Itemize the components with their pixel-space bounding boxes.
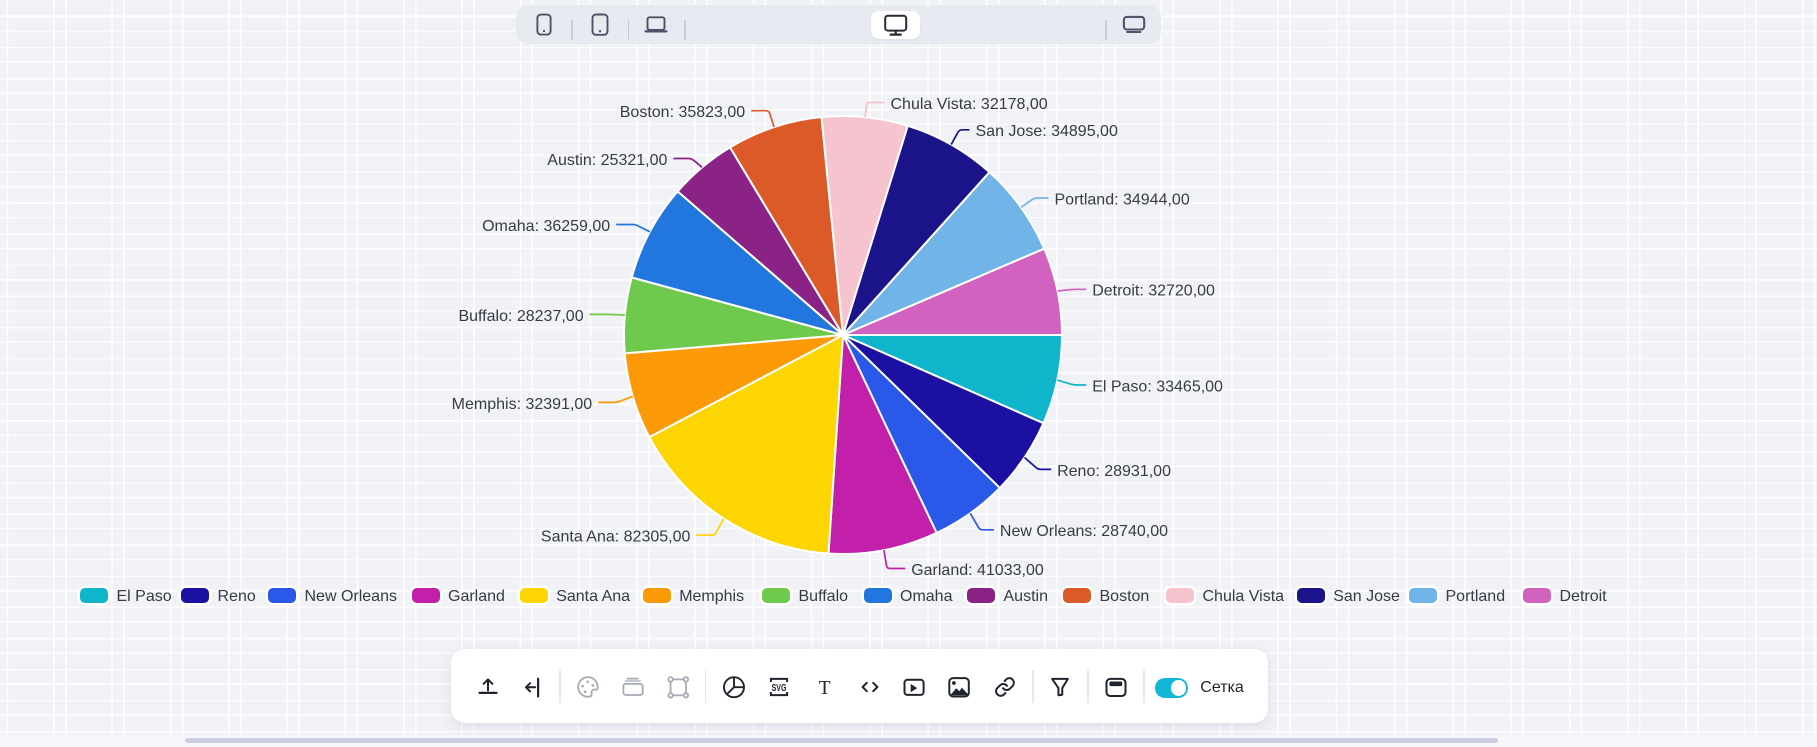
svg-text:Buffalo: 28237,00: Buffalo: 28237,00 xyxy=(458,308,583,325)
svg-text:Omaha: 36259,00: Omaha: 36259,00 xyxy=(482,218,610,235)
svg-text:Memphis: 32391,00: Memphis: 32391,00 xyxy=(452,396,593,413)
svg-text:Boston: 35823,00: Boston: 35823,00 xyxy=(620,104,746,121)
svg-text:New Orleans: 28740,00: New Orleans: 28740,00 xyxy=(1000,523,1168,540)
svg-text:El Paso: 33465,00: El Paso: 33465,00 xyxy=(1092,378,1223,395)
svg-text:Reno: 28931,00: Reno: 28931,00 xyxy=(1057,463,1171,480)
svg-text:Garland: 41033,00: Garland: 41033,00 xyxy=(911,562,1044,579)
svg-text:T: T xyxy=(819,678,831,699)
svg-text:Chula Vista: 32178,00: Chula Vista: 32178,00 xyxy=(891,96,1048,113)
svg-text:San Jose: 34895,00: San Jose: 34895,00 xyxy=(976,123,1118,140)
svg-text:Austin: 25321,00: Austin: 25321,00 xyxy=(547,152,667,169)
svg-text:SVG: SVG xyxy=(772,683,787,694)
svg-text:Detroit: 32720,00: Detroit: 32720,00 xyxy=(1092,283,1215,300)
svg-text:Portland: 34944,00: Portland: 34944,00 xyxy=(1055,191,1190,208)
svg-text:Santa Ana: 82305,00: Santa Ana: 82305,00 xyxy=(541,529,691,546)
